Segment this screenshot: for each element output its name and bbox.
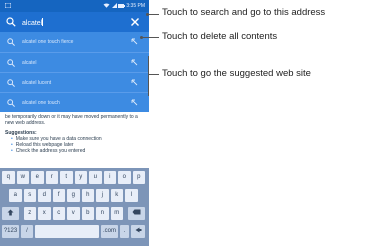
arrow-up-left-icon[interactable] bbox=[131, 79, 138, 86]
key-j[interactable]: j bbox=[96, 189, 109, 202]
signal-icon bbox=[111, 3, 117, 9]
callout-line bbox=[148, 14, 159, 15]
key-i[interactable]: i bbox=[103, 171, 116, 184]
key-b[interactable]: b bbox=[81, 207, 94, 220]
key-h[interactable]: h bbox=[81, 189, 94, 202]
key-f[interactable]: f bbox=[52, 189, 65, 202]
key-d[interactable]: d bbox=[38, 189, 51, 202]
notification-icon bbox=[5, 3, 11, 8]
search-input[interactable]: alcatel bbox=[22, 18, 44, 27]
key-l[interactable]: l bbox=[125, 189, 138, 202]
callout-line bbox=[142, 37, 159, 38]
suggestion-label: alcatel lucent bbox=[22, 80, 52, 86]
search-icon bbox=[7, 79, 15, 87]
key-s[interactable]: s bbox=[23, 189, 36, 202]
backspace-icon bbox=[132, 209, 141, 215]
search-icon bbox=[7, 99, 15, 107]
key-w[interactable]: w bbox=[16, 171, 29, 184]
tips-list: Make sure you have a data connection Rel… bbox=[11, 136, 145, 154]
error-page-content: be temporarily down or it may have moved… bbox=[5, 114, 145, 154]
suggestion-item[interactable]: alcatel one touch bbox=[0, 92, 149, 112]
clear-icon[interactable] bbox=[130, 17, 140, 27]
callout-bracket bbox=[148, 56, 149, 96]
shift-key[interactable] bbox=[2, 207, 19, 220]
key-m[interactable]: m bbox=[110, 207, 123, 220]
url-search-bar[interactable]: alcatel bbox=[0, 12, 149, 32]
key-t[interactable]: t bbox=[60, 171, 73, 184]
suggestion-item[interactable]: alcatel lucent bbox=[0, 72, 149, 92]
callout-suggested: Touch to go the suggested web site bbox=[162, 68, 311, 79]
key-z[interactable]: z bbox=[23, 207, 36, 220]
go-key[interactable] bbox=[131, 225, 145, 238]
period-key[interactable]: . bbox=[120, 225, 129, 238]
key-e[interactable]: e bbox=[31, 171, 44, 184]
battery-icon bbox=[117, 3, 125, 8]
status-bar: 3:35 PM bbox=[0, 0, 149, 12]
search-icon bbox=[7, 38, 15, 46]
backspace-key[interactable] bbox=[128, 207, 145, 220]
suggestion-item[interactable]: alcatel one touch fierce bbox=[0, 32, 149, 52]
arrow-up-left-icon[interactable] bbox=[131, 38, 138, 45]
callout-search: Touch to search and go to this address bbox=[162, 7, 326, 18]
suggestion-label: alcatel one touch fierce bbox=[22, 39, 74, 45]
suggestion-list: alcatel one touch fierce alcatel alcatel… bbox=[0, 32, 149, 112]
arrow-up-left-icon[interactable] bbox=[131, 99, 138, 106]
key-k[interactable]: k bbox=[110, 189, 123, 202]
search-query: alcatel bbox=[22, 20, 43, 27]
error-message: be temporarily down or it may have moved… bbox=[5, 114, 138, 126]
suggestion-label: alcatel bbox=[22, 60, 37, 66]
search-icon bbox=[7, 59, 15, 67]
key-g[interactable]: g bbox=[67, 189, 80, 202]
phone-screenshot: 3:35 PM alcatel alcatel one touch fierce… bbox=[0, 0, 149, 246]
arrow-up-left-icon[interactable] bbox=[131, 59, 138, 66]
key-q[interactable]: q bbox=[2, 171, 15, 184]
enter-arrow-icon bbox=[135, 227, 141, 233]
search-icon[interactable] bbox=[6, 17, 16, 27]
slash-key[interactable]: / bbox=[21, 225, 33, 238]
suggestion-label: alcatel one touch bbox=[22, 100, 60, 106]
key-r[interactable]: r bbox=[45, 171, 58, 184]
key-c[interactable]: c bbox=[52, 207, 65, 220]
key-y[interactable]: y bbox=[74, 171, 87, 184]
status-time: 3:35 PM bbox=[126, 3, 145, 9]
on-screen-keyboard: q w e r t y u i o p a s d f g h j k l z … bbox=[0, 168, 149, 246]
key-u[interactable]: u bbox=[89, 171, 102, 184]
text-caret bbox=[42, 18, 44, 26]
key-x[interactable]: x bbox=[38, 207, 51, 220]
key-p[interactable]: p bbox=[132, 171, 145, 184]
tip-item: Check the address you entered bbox=[11, 148, 145, 154]
key-n[interactable]: n bbox=[96, 207, 109, 220]
callout-delete: Touch to delete all contents bbox=[162, 31, 278, 42]
spacebar[interactable] bbox=[35, 225, 99, 238]
key-o[interactable]: o bbox=[118, 171, 131, 184]
status-right: 3:35 PM bbox=[103, 3, 145, 9]
wifi-icon bbox=[103, 3, 110, 8]
key-v[interactable]: v bbox=[67, 207, 80, 220]
callout-line bbox=[148, 74, 159, 75]
key-a[interactable]: a bbox=[9, 189, 22, 202]
dotcom-key[interactable]: .com bbox=[101, 225, 118, 238]
suggestion-item[interactable]: alcatel bbox=[0, 52, 149, 72]
symbols-key[interactable]: ?123 bbox=[2, 225, 19, 238]
shift-icon bbox=[7, 209, 14, 216]
